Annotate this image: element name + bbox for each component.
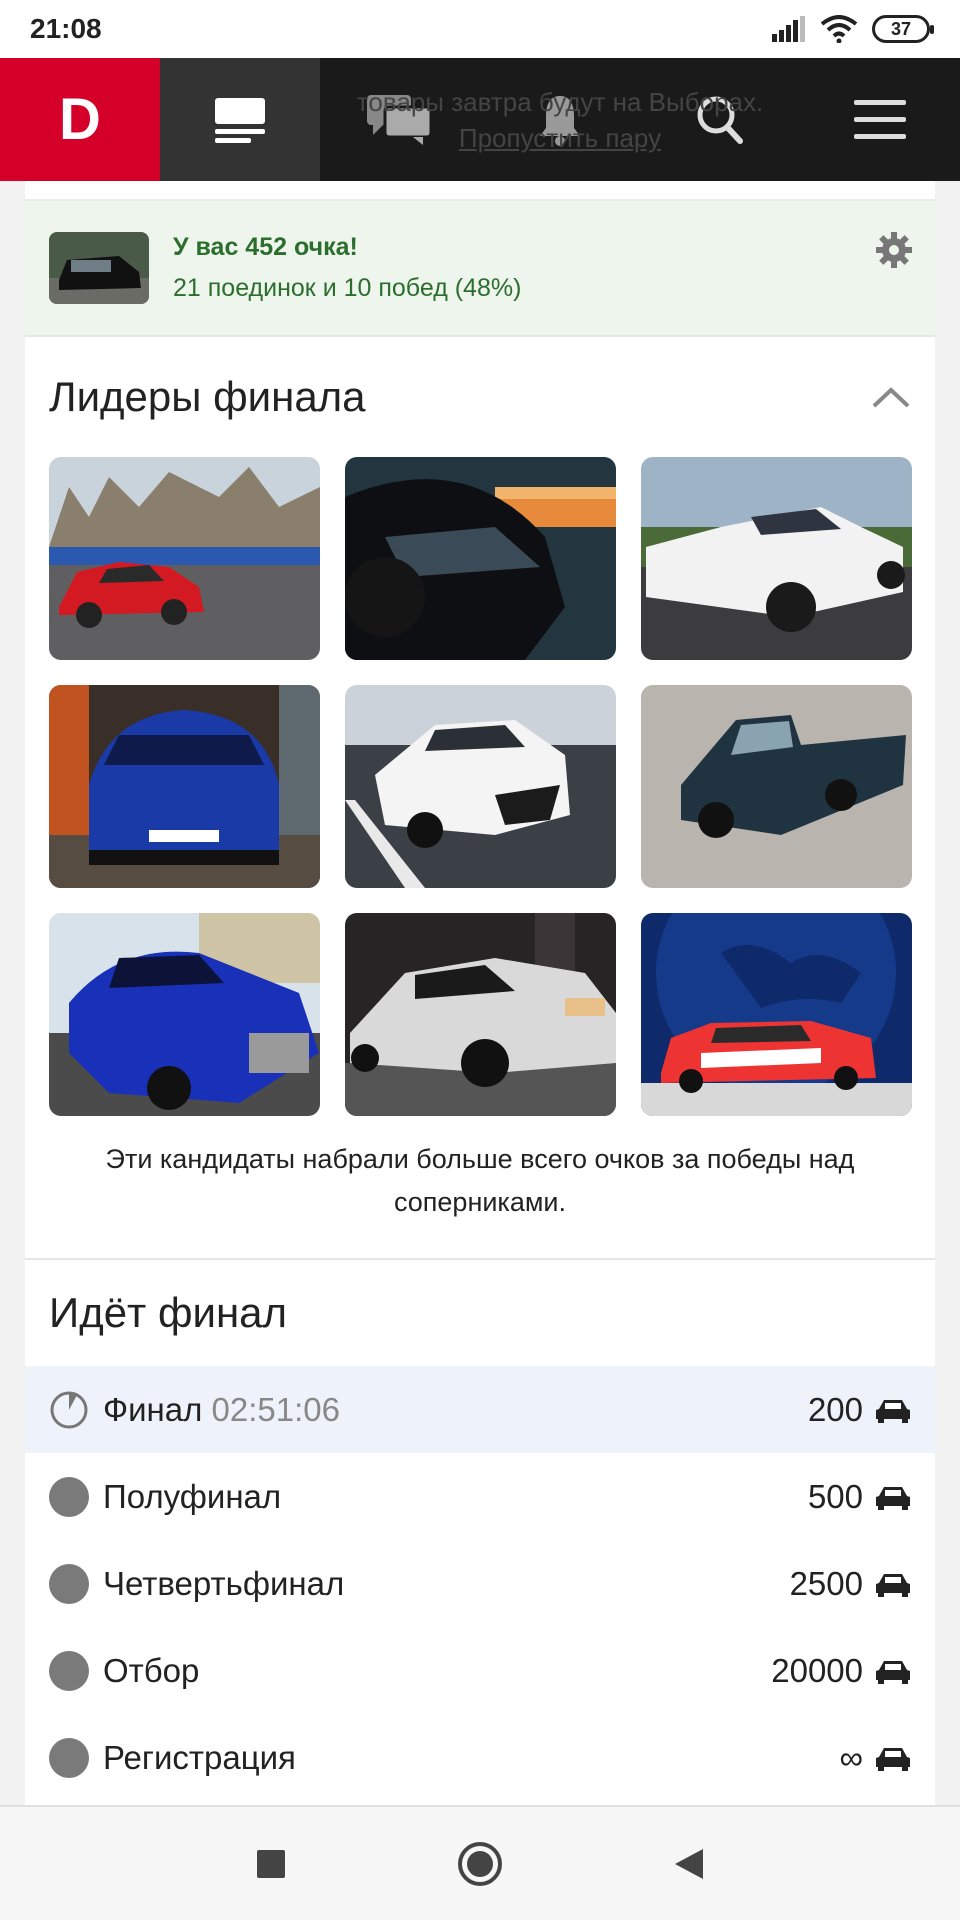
car-icon [876, 1747, 910, 1771]
timer-clock-icon [50, 1391, 88, 1428]
stage-status-dot [49, 1650, 89, 1691]
search-icon [697, 96, 743, 144]
stage-label-registration: Регистрация [103, 1738, 296, 1776]
stage-label-selection: Отбор [103, 1651, 200, 1689]
score-banner: У вас 452 очка! 21 поединок и 10 побед (… [25, 201, 935, 337]
feed-icon [215, 97, 265, 143]
logo-letter: D [59, 87, 101, 152]
leader-photo-8[interactable] [345, 913, 616, 1116]
bell-icon [540, 95, 580, 146]
home-circle-icon[interactable] [457, 1841, 503, 1887]
collapse-chevron-up-icon[interactable] [871, 385, 911, 409]
status-bar: 21:08 37 [0, 0, 960, 58]
menu-button[interactable] [800, 58, 960, 181]
search-button[interactable] [640, 58, 800, 181]
stage-row-selection[interactable]: Отбор 20000 [25, 1627, 935, 1714]
signal-icon [772, 16, 805, 42]
car-icon [876, 1660, 910, 1684]
main-content: У вас 452 очка! 21 поединок и 10 побед (… [25, 181, 935, 1805]
stage-label-semifinal: Полуфинал [103, 1477, 282, 1515]
car-icon [876, 1573, 910, 1597]
car-icon [876, 1399, 910, 1423]
settings-gear-icon[interactable] [875, 231, 913, 269]
clock: 21:08 [30, 13, 102, 44]
top-navigation: D [0, 58, 960, 181]
stage-label-quarterfinal: Четвертьфинал [103, 1564, 345, 1602]
notifications-button[interactable] [480, 58, 640, 181]
stage-timer: 02:51:06 [211, 1390, 340, 1428]
chat-icon [367, 94, 433, 145]
messages-button[interactable] [320, 58, 480, 181]
drive2-logo[interactable]: D [0, 58, 160, 181]
feed-button[interactable] [160, 58, 320, 181]
car-icon [876, 1486, 910, 1510]
stage-count-quarterfinal: 2500 [789, 1564, 863, 1602]
hamburger-menu-icon [854, 99, 906, 139]
stage-count-semifinal: 500 [807, 1477, 863, 1515]
leader-photo-6[interactable] [641, 685, 912, 888]
stage-row-final[interactable]: Финал 02:51:06 200 [25, 1366, 935, 1453]
stage-status-dot [49, 1476, 89, 1517]
wifi-icon [820, 15, 858, 43]
content-top-strip [25, 181, 935, 201]
back-triangle-icon[interactable] [673, 1847, 705, 1881]
battery-level: 37 [890, 18, 912, 39]
stage-count-final: 200 [807, 1390, 863, 1428]
stage-count-selection: 20000 [771, 1651, 863, 1689]
leader-photo-1[interactable] [49, 457, 320, 660]
stage-name: Финал [103, 1390, 203, 1428]
leader-photo-9[interactable] [641, 913, 912, 1116]
final-title: Идёт финал [49, 1289, 288, 1336]
my-car-thumbnail[interactable] [49, 232, 149, 304]
stage-row-quarterfinal[interactable]: Четвертьфинал 2500 [25, 1540, 935, 1627]
stage-row-semifinal[interactable]: Полуфинал 500 [25, 1453, 935, 1540]
leader-photo-2[interactable] [345, 457, 616, 660]
leader-photo-3[interactable] [641, 457, 912, 660]
leaders-header[interactable]: Лидеры финала [25, 337, 935, 457]
battery-indicator: 37 [872, 15, 934, 43]
stage-status-dot [49, 1737, 89, 1778]
score-headline: У вас 452 очка! [173, 233, 358, 261]
system-navigation-bar [0, 1805, 960, 1920]
score-stats: 21 поединок и 10 побед (48%) [173, 274, 522, 302]
stage-row-registration[interactable]: Регистрация ∞ [25, 1714, 935, 1801]
leader-photo-5[interactable] [345, 685, 616, 888]
leaders-grid [25, 457, 935, 1116]
recents-square-icon[interactable] [255, 1848, 287, 1880]
stage-label-final: Финал 02:51:06 [103, 1391, 808, 1429]
leader-photo-7[interactable] [49, 913, 320, 1116]
stage-status-dot [49, 1563, 89, 1604]
leaders-title: Лидеры финала [49, 373, 366, 420]
status-icons: 37 [772, 15, 934, 43]
leader-photo-4[interactable] [49, 685, 320, 888]
leaders-caption: Эти кандидаты набрали больше всего очков… [25, 1116, 935, 1260]
stage-count-registration: ∞ [839, 1738, 863, 1776]
